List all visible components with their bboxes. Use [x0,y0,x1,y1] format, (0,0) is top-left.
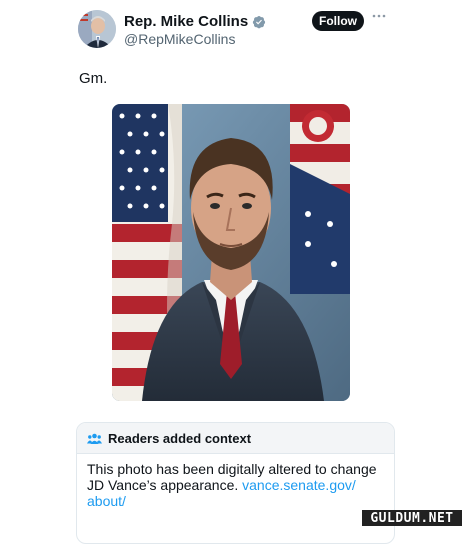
community-note-header: Readers added context [77,423,394,454]
community-note-body: This photo has been digitally altered to… [77,454,394,509]
verified-badge-icon [253,15,266,28]
author-name-row[interactable]: Rep. Mike Collins [124,13,266,30]
community-note: Readers added context This photo has bee… [76,422,395,544]
people-icon [87,433,102,444]
avatar-image [78,10,116,48]
tweet-text: Gm. [79,70,108,87]
author-name[interactable]: Rep. Mike Collins [124,13,248,30]
tweet-photo[interactable] [112,104,350,401]
watermark: GULDUM.NET [362,510,462,526]
author-handle[interactable]: @RepMikeCollins [124,31,235,47]
portrait-image [112,104,350,401]
avatar[interactable] [78,10,116,48]
follow-button[interactable]: Follow [312,11,364,31]
community-note-title: Readers added context [108,430,252,446]
more-options-icon[interactable] [372,14,386,18]
